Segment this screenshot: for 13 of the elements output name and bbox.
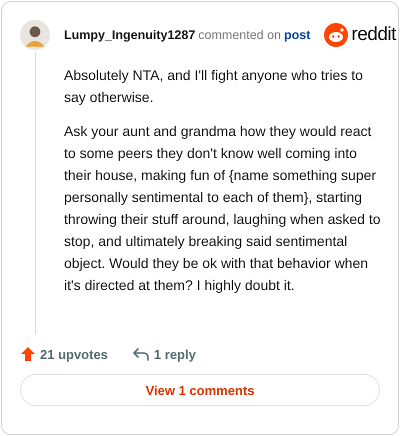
comment-paragraph: Absolutely NTA, and I'll fight anyone who tries to say otherwise.: [64, 66, 364, 107]
avatar-icon[interactable]: [20, 20, 50, 50]
reply-arrow-icon[interactable]: [132, 346, 150, 362]
post-link[interactable]: post: [284, 28, 310, 42]
alien-logo-icon: [324, 23, 348, 47]
reply-count: 1 reply: [154, 346, 196, 362]
comment-paragraph: Ask your aunt and grandma how they would react to some peers they don't know well coming into their house, making fun of {name something super personally sentimental to each of them}, starting throwing their stuff around, laughing when asked to stop, and ultimately breaking said sentimental object. Would they be ok with that behavior when it's directed at them? I highly doubt it.: [64, 122, 382, 295]
username-link[interactable]: Lumpy_Ingenuity1287: [64, 28, 196, 42]
brand-wordmark: reddit: [351, 24, 396, 46]
view-comments-button[interactable]: View 1 comments: [20, 374, 380, 406]
upvote-arrow-icon[interactable]: [20, 346, 36, 362]
upvote-count: 21 upvotes: [40, 346, 108, 362]
action-text: commented on: [198, 28, 281, 42]
